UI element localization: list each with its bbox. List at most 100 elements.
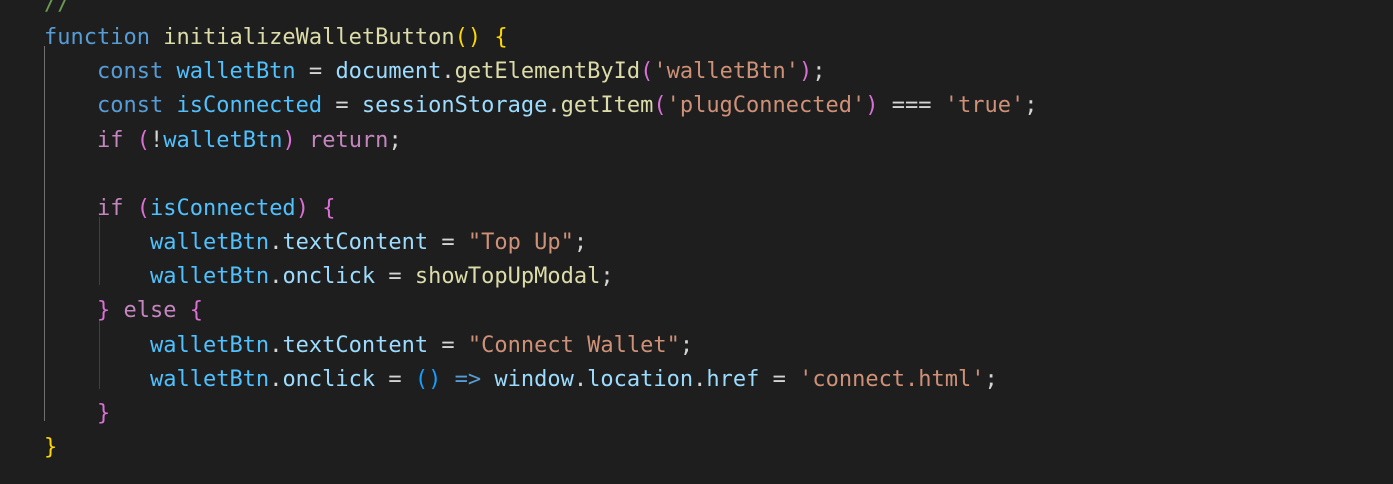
code-token: =	[295, 59, 336, 85]
code-token: getItem	[560, 93, 654, 119]
code-token: textContent	[282, 230, 429, 256]
code-line[interactable]: function initializeWalletButton() {	[44, 21, 508, 55]
code-token: =	[322, 93, 362, 119]
code-token: =	[428, 230, 468, 256]
code-token: .	[269, 366, 283, 392]
code-token: ;	[984, 366, 998, 392]
code-token: initializeWalletButton	[163, 25, 455, 51]
code-token: )	[282, 127, 296, 153]
code-token: }	[44, 434, 58, 460]
code-token: =>	[454, 366, 482, 392]
code-token: ;	[388, 127, 402, 153]
code-line[interactable]: }	[44, 397, 110, 431]
code-token: .	[269, 230, 283, 256]
code-token: .	[693, 366, 707, 392]
code-token: if	[96, 127, 124, 153]
code-token: (	[653, 93, 667, 119]
code-token: ===	[878, 93, 945, 119]
code-token: textContent	[282, 332, 429, 358]
code-token: 'connect.html'	[799, 366, 985, 392]
code-token: "Top Up"	[467, 230, 574, 256]
code-token: 'true'	[944, 93, 1025, 119]
code-token: location	[587, 366, 694, 392]
code-token: function	[44, 25, 150, 51]
code-token: walletBtn	[149, 264, 270, 290]
code-token: const	[96, 59, 164, 85]
code-token: sessionStorage	[361, 93, 548, 119]
code-token: =	[428, 332, 468, 358]
code-token: ;	[600, 264, 614, 290]
code-token: ;	[812, 59, 826, 85]
code-line[interactable]: if (isConnected) {	[44, 192, 335, 226]
code-token: showTopUpModal	[414, 264, 601, 290]
code-token: const	[96, 93, 164, 119]
code-token: isConnected	[149, 195, 296, 221]
code-token: if	[96, 195, 124, 221]
code-token: )	[295, 195, 309, 221]
code-token: .	[269, 264, 283, 290]
code-token: ;	[679, 332, 694, 358]
code-token: .	[269, 332, 283, 358]
code-token: )	[799, 59, 813, 85]
code-token: {	[189, 298, 203, 324]
code-token: walletBtn	[149, 332, 270, 358]
code-line[interactable]: //	[44, 0, 71, 21]
code-token: walletBtn	[149, 230, 270, 256]
code-token: =	[375, 366, 415, 392]
code-token: .	[441, 59, 455, 85]
code-token: !	[149, 127, 164, 153]
code-token: ;	[573, 230, 588, 256]
code-token: onclick	[282, 366, 376, 392]
code-token: }	[96, 298, 111, 324]
code-token: href	[706, 366, 760, 392]
code-token: )	[865, 93, 879, 119]
code-line[interactable]: walletBtn.textContent = "Connect Wallet"…	[44, 329, 693, 363]
code-token: .	[547, 93, 561, 119]
code-token: (	[136, 127, 150, 153]
code-token: else	[123, 298, 177, 324]
code-token: }	[96, 400, 111, 426]
code-line[interactable]: walletBtn.onclick = () => window.locatio…	[44, 363, 998, 397]
code-token: 'walletBtn'	[653, 59, 800, 85]
code-token: getElementById	[454, 59, 641, 85]
code-token: return	[308, 127, 389, 153]
code-line[interactable]: const walletBtn = document.getElementByI…	[44, 55, 826, 89]
code-token: walletBtn	[176, 59, 296, 85]
code-line[interactable]: if (!walletBtn) return;	[44, 124, 402, 158]
code-line[interactable]: const isConnected = sessionStorage.getIt…	[44, 89, 1038, 123]
code-line[interactable]: walletBtn.textContent = "Top Up";	[44, 226, 587, 260]
code-editor[interactable]: //function initializeWalletButton() { co…	[0, 0, 1393, 484]
code-line[interactable]: walletBtn.onclick = showTopUpModal;	[44, 260, 614, 294]
code-line[interactable]: }	[44, 431, 57, 465]
code-token: "Connect Wallet"	[467, 332, 680, 358]
code-token: document	[335, 59, 442, 85]
code-token: ()	[454, 25, 482, 51]
code-token: isConnected	[176, 93, 323, 119]
code-token: (	[136, 195, 150, 221]
code-token: onclick	[282, 264, 376, 290]
code-line[interactable]: } else {	[44, 294, 203, 328]
code-token: walletBtn	[163, 127, 283, 153]
code-token: {	[494, 25, 508, 51]
code-token: (	[640, 59, 654, 85]
